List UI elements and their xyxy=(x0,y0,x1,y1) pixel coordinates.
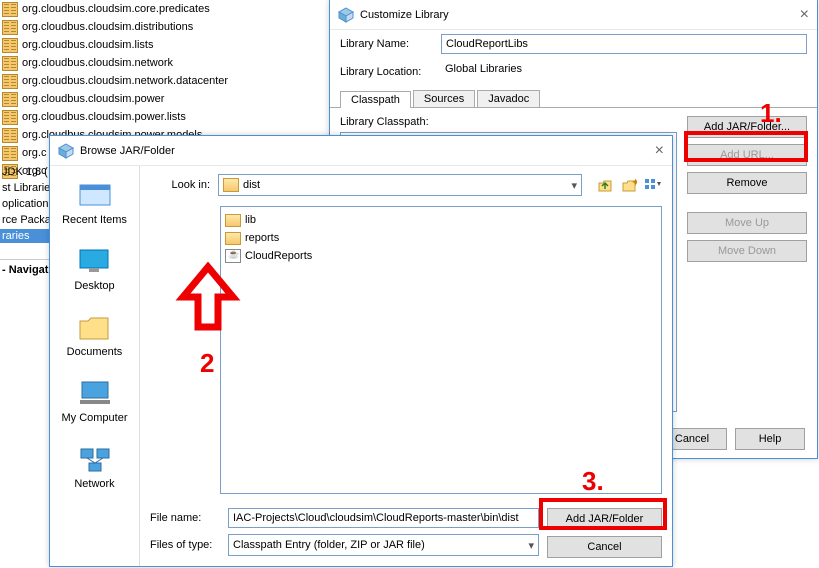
package-item[interactable]: org.cloudbus.cloudsim.power.lists xyxy=(0,108,300,126)
package-label: org.cloudbus.cloudsim.core.predicates xyxy=(22,3,210,15)
folder-icon xyxy=(225,232,241,245)
package-icon xyxy=(2,128,18,143)
add-url-button[interactable]: Add URL... xyxy=(687,144,807,166)
file-type-combo[interactable]: Classpath Entry (folder, ZIP or JAR file… xyxy=(228,534,539,556)
svg-text:✦: ✦ xyxy=(631,177,637,189)
view-menu-icon[interactable] xyxy=(644,176,662,194)
close-icon[interactable]: × xyxy=(800,6,809,24)
tab-javadoc[interactable]: Javadoc xyxy=(477,90,540,107)
customize-titlebar[interactable]: Customize Library × xyxy=(330,0,817,30)
package-icon xyxy=(2,74,18,89)
close-icon[interactable]: × xyxy=(655,142,664,160)
file-name-input[interactable] xyxy=(228,508,539,528)
tab-sources[interactable]: Sources xyxy=(413,90,475,107)
browse-titlebar[interactable]: Browse JAR/Folder × xyxy=(50,136,672,166)
place-desktop[interactable]: Desktop xyxy=(74,246,114,292)
recent-icon xyxy=(77,180,113,210)
package-label: org.cloudbus.cloudsim.distributions xyxy=(22,21,193,33)
file-list[interactable]: lib reports CloudReports xyxy=(220,206,662,494)
package-icon xyxy=(2,56,18,71)
package-item[interactable]: org.cloudbus.cloudsim.core.predicates xyxy=(0,0,300,18)
package-icon xyxy=(2,38,18,53)
lib-location-label: Library Location: xyxy=(340,66,435,78)
desktop-icon xyxy=(76,246,112,276)
browse-add-button[interactable]: Add JAR/Folder xyxy=(547,508,662,530)
package-icon xyxy=(2,110,18,125)
lib-location-value: Global Libraries xyxy=(441,62,807,82)
folder-icon xyxy=(223,178,239,192)
package-label: org.c xyxy=(22,147,46,159)
remove-button[interactable]: Remove xyxy=(687,172,807,194)
chevron-down-icon: ▾ xyxy=(528,539,534,552)
lib-name-label: Library Name: xyxy=(340,38,435,50)
customize-help-button[interactable]: Help xyxy=(735,428,805,450)
lookin-combo[interactable]: dist ▾ xyxy=(218,174,582,196)
computer-icon xyxy=(77,378,113,408)
chevron-down-icon: ▾ xyxy=(571,179,577,192)
package-label: org.cloudbus.cloudsim.power.lists xyxy=(22,111,186,123)
classpath-label: Library Classpath: xyxy=(340,116,677,128)
lib-name-input[interactable] xyxy=(441,34,807,54)
package-icon xyxy=(2,92,18,107)
package-label: org.cloudbus.cloudsim.network xyxy=(22,57,173,69)
folder-icon xyxy=(225,214,241,227)
place-network[interactable]: Network xyxy=(74,444,114,490)
move-down-button[interactable]: Move Down xyxy=(687,240,807,262)
new-folder-icon[interactable]: ✦ xyxy=(620,176,638,194)
documents-icon xyxy=(76,312,112,342)
lib-tabs: Classpath Sources Javadoc xyxy=(330,86,817,107)
move-up-button[interactable]: Move Up xyxy=(687,212,807,234)
package-item[interactable]: org.cloudbus.cloudsim.network.datacenter xyxy=(0,72,300,90)
customize-title: Customize Library xyxy=(360,9,449,21)
file-item-jar[interactable]: CloudReports xyxy=(225,247,657,265)
place-recent[interactable]: Recent Items xyxy=(62,180,127,226)
package-item[interactable]: org.cloudbus.cloudsim.lists xyxy=(0,36,300,54)
file-item-folder[interactable]: reports xyxy=(225,229,657,247)
up-folder-icon[interactable] xyxy=(596,176,614,194)
package-icon xyxy=(2,146,18,161)
library-icon xyxy=(58,143,74,159)
file-type-value: Classpath Entry (folder, ZIP or JAR file… xyxy=(233,539,425,551)
package-item[interactable]: org.cloudbus.cloudsim.power xyxy=(0,90,300,108)
places-bar: Recent Items Desktop Documents My Comput… xyxy=(50,166,140,566)
package-label: org.cloudbus.cloudsim.network.datacenter xyxy=(22,75,228,87)
tab-classpath[interactable]: Classpath xyxy=(340,91,411,108)
network-icon xyxy=(77,444,113,474)
package-icon xyxy=(2,2,18,17)
package-icon xyxy=(2,20,18,35)
add-jar-folder-button[interactable]: Add JAR/Folder... xyxy=(687,116,807,138)
browse-title: Browse JAR/Folder xyxy=(80,145,175,157)
library-icon xyxy=(338,7,354,23)
browse-jar-folder-window: Browse JAR/Folder × Recent Items Desktop… xyxy=(49,135,673,567)
place-documents[interactable]: Documents xyxy=(67,312,123,358)
lookin-label: Look in: xyxy=(150,179,210,191)
lookin-value: dist xyxy=(243,179,260,191)
package-item[interactable]: org.cloudbus.cloudsim.network xyxy=(0,54,300,72)
jar-icon xyxy=(225,249,241,263)
file-name-label: File name: xyxy=(150,512,220,524)
browse-cancel-button[interactable]: Cancel xyxy=(547,536,662,558)
package-item[interactable]: org.cloudbus.cloudsim.distributions xyxy=(0,18,300,36)
package-label: org.cloudbus.cloudsim.lists xyxy=(22,39,153,51)
file-item-folder[interactable]: lib xyxy=(225,211,657,229)
file-type-label: Files of type: xyxy=(150,539,220,551)
place-computer[interactable]: My Computer xyxy=(61,378,127,424)
package-label: org.cloudbus.cloudsim.power xyxy=(22,93,164,105)
